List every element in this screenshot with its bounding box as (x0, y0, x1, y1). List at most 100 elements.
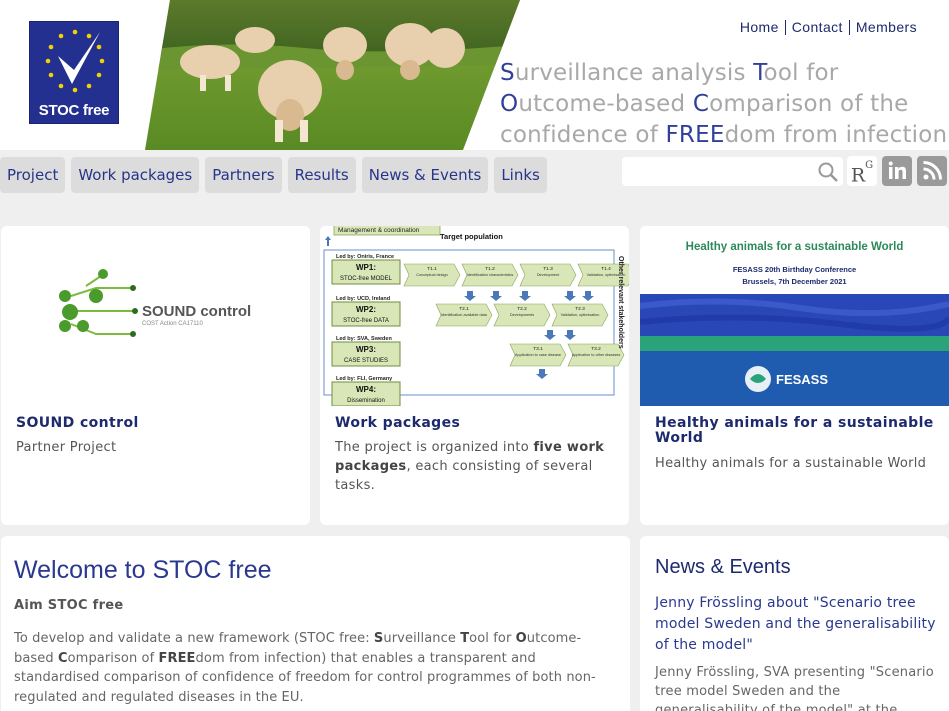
card-text: Partner Project (16, 440, 117, 455)
sound-control-logo-image: SOUND control COST Action CA17110 (1, 226, 310, 406)
card-healthy-animals[interactable]: Healthy animals for a sustainable World … (640, 226, 949, 525)
fesass-conference-banner: Healthy animals for a sustainable World … (640, 226, 949, 406)
row1-task-label: Development (537, 273, 560, 277)
tagline-text: urveillance analysis (514, 60, 754, 86)
row3-task-label: Application to case disease (515, 353, 561, 357)
wp-led-by: Led by: Oniris, France (336, 254, 394, 260)
site-tagline: Surveillance analysis Tool for Outcome-b… (500, 58, 949, 150)
sound-control-image-title: SOUND control (142, 303, 251, 320)
wp-led-by: Led by: SVA, Sweden (336, 336, 392, 342)
researchgate-sup: G (865, 160, 874, 171)
para-bold: FREE (158, 650, 196, 666)
header-cows-photo (145, 0, 520, 150)
row2-task-label: Identification available data (441, 313, 488, 317)
row3-task-id: T3.1 (533, 346, 543, 352)
news-section: News & Events Jenny Frössling about "Sce… (640, 536, 949, 711)
diagram-side-label: Other relevant stakeholders (617, 256, 624, 349)
wp-name: WP1: (356, 263, 376, 272)
wp-subtitle: Dissemination (347, 398, 385, 404)
tagline-line-3: confidence of FREEdom from infection (500, 120, 949, 150)
banner-sub-1: FESASS 20th Birthday Conference (733, 265, 856, 274)
news-item-summary: Jenny Frössling, SVA presenting "Scenari… (655, 665, 934, 711)
tagline-free: FREE (665, 122, 725, 148)
rss-icon[interactable] (917, 156, 947, 186)
linkedin-icon[interactable] (882, 156, 912, 186)
wp-led-by: Led by: FLI, Germany (336, 376, 393, 382)
tagline-text: omparison of the (709, 91, 909, 117)
tagline-text: dom from infection (724, 122, 948, 148)
top-nav-contact[interactable]: Contact (784, 20, 849, 35)
site-header: STOC free Home Contact Members Surveilla… (0, 0, 949, 150)
card-text: Healthy animals for a sustainable World (655, 456, 927, 471)
wp-subtitle: STOC-free DATA (343, 318, 389, 324)
wp-led-by: Led by: UCD, Ireland (336, 296, 390, 302)
banner-brand: FESASS (776, 372, 828, 387)
row1-task-label: Conceptual design (416, 273, 447, 277)
researchgate-icon[interactable]: RG (847, 156, 877, 186)
researchgate-label: R (850, 164, 866, 187)
page: STOC free Home Contact Members Surveilla… (0, 0, 949, 711)
top-nav-home[interactable]: Home (734, 20, 785, 35)
nav-item-results[interactable]: Results (287, 157, 356, 193)
row1-task-label: Identification characteristics (467, 273, 514, 277)
wp-name: WP4: (356, 385, 376, 394)
tagline-line-2: Outcome-based Comparison of the (500, 89, 949, 120)
para-bold: C (57, 650, 68, 666)
wp-subtitle: STOC-free MODEL (340, 276, 393, 282)
banner-title: Healthy animals for a sustainable World (686, 241, 904, 253)
para-text: ool for (469, 631, 516, 646)
row2-task-id: T2.2 (517, 306, 527, 312)
tagline-line-1: Surveillance analysis Tool for (500, 58, 949, 89)
diagram-target: Target population (440, 232, 503, 241)
news-title: News & Events (655, 556, 791, 578)
nav-item-project[interactable]: Project (0, 157, 66, 193)
tagline-o: O (500, 91, 519, 117)
tagline-t: T (753, 60, 764, 86)
aim-paragraph: To develop and validate a new framework … (14, 629, 614, 707)
row1-task-id: T1.4 (601, 266, 611, 272)
search-icon[interactable] (815, 159, 841, 185)
news-item-link[interactable]: Jenny Frössling about "Scenario tree mod… (655, 593, 940, 656)
card-title[interactable]: SOUND control (16, 416, 139, 431)
tagline-s: S (500, 60, 515, 86)
search-input[interactable] (622, 157, 843, 186)
card-sound-control[interactable]: SOUND control COST Action CA17110 SOUND … (1, 226, 310, 525)
stoc-free-logo[interactable]: STOC free (29, 21, 119, 124)
tagline-text: utcome-based (518, 91, 693, 117)
para-text: omparison of (67, 650, 159, 666)
top-nav-members[interactable]: Members (848, 20, 923, 35)
row3-task-id: T3.2 (591, 346, 601, 352)
para-text: To develop and validate a new framework … (14, 631, 374, 646)
nav-item-links[interactable]: Links (494, 157, 547, 193)
aim-heading: Aim STOC free (14, 598, 124, 613)
card-title[interactable]: Work packages (335, 416, 460, 431)
row1-task-id: T1.3 (543, 266, 553, 272)
main-nav: Project Work packages Partners Results N… (0, 157, 547, 193)
card-work-packages[interactable]: Management & coordination Target populat… (320, 226, 629, 525)
welcome-section: Welcome to STOC free Aim STOC free To de… (1, 536, 630, 711)
wp-name: WP3: (356, 345, 376, 354)
tagline-text: ool for (763, 60, 839, 86)
tagline-c: C (692, 91, 710, 117)
card-title[interactable]: Healthy animals for a sustainable World (655, 416, 935, 446)
row2-task-id: T2.3 (575, 306, 585, 312)
sound-control-image-sub: COST Action CA17110 (142, 321, 203, 327)
row3-task-label: Application to other diseases (572, 353, 621, 357)
row2-task-id: T2.1 (459, 306, 469, 312)
row1-task-id: T1.2 (485, 266, 495, 272)
para-text: urveillance (383, 631, 461, 646)
banner-sub-2: Brussels, 7th December 2021 (742, 277, 846, 286)
row1-task-id: T1.1 (427, 266, 437, 272)
nav-item-news-events[interactable]: News & Events (361, 157, 489, 193)
card-text-part: The project is organized into (335, 440, 534, 455)
row2-task-label: Validation, optimisation (561, 313, 600, 317)
nav-item-work-packages[interactable]: Work packages (71, 157, 200, 193)
para-bold: O (515, 631, 527, 646)
logo-text: STOC free (38, 102, 110, 119)
tagline-text: confidence of (500, 122, 666, 148)
nav-item-partners[interactable]: Partners (205, 157, 282, 193)
card-text: The project is organized into five work … (335, 438, 620, 495)
para-bold: T (460, 631, 470, 646)
diagram-header: Management & coordination (338, 227, 420, 234)
work-packages-diagram: Management & coordination Target populat… (320, 226, 629, 406)
